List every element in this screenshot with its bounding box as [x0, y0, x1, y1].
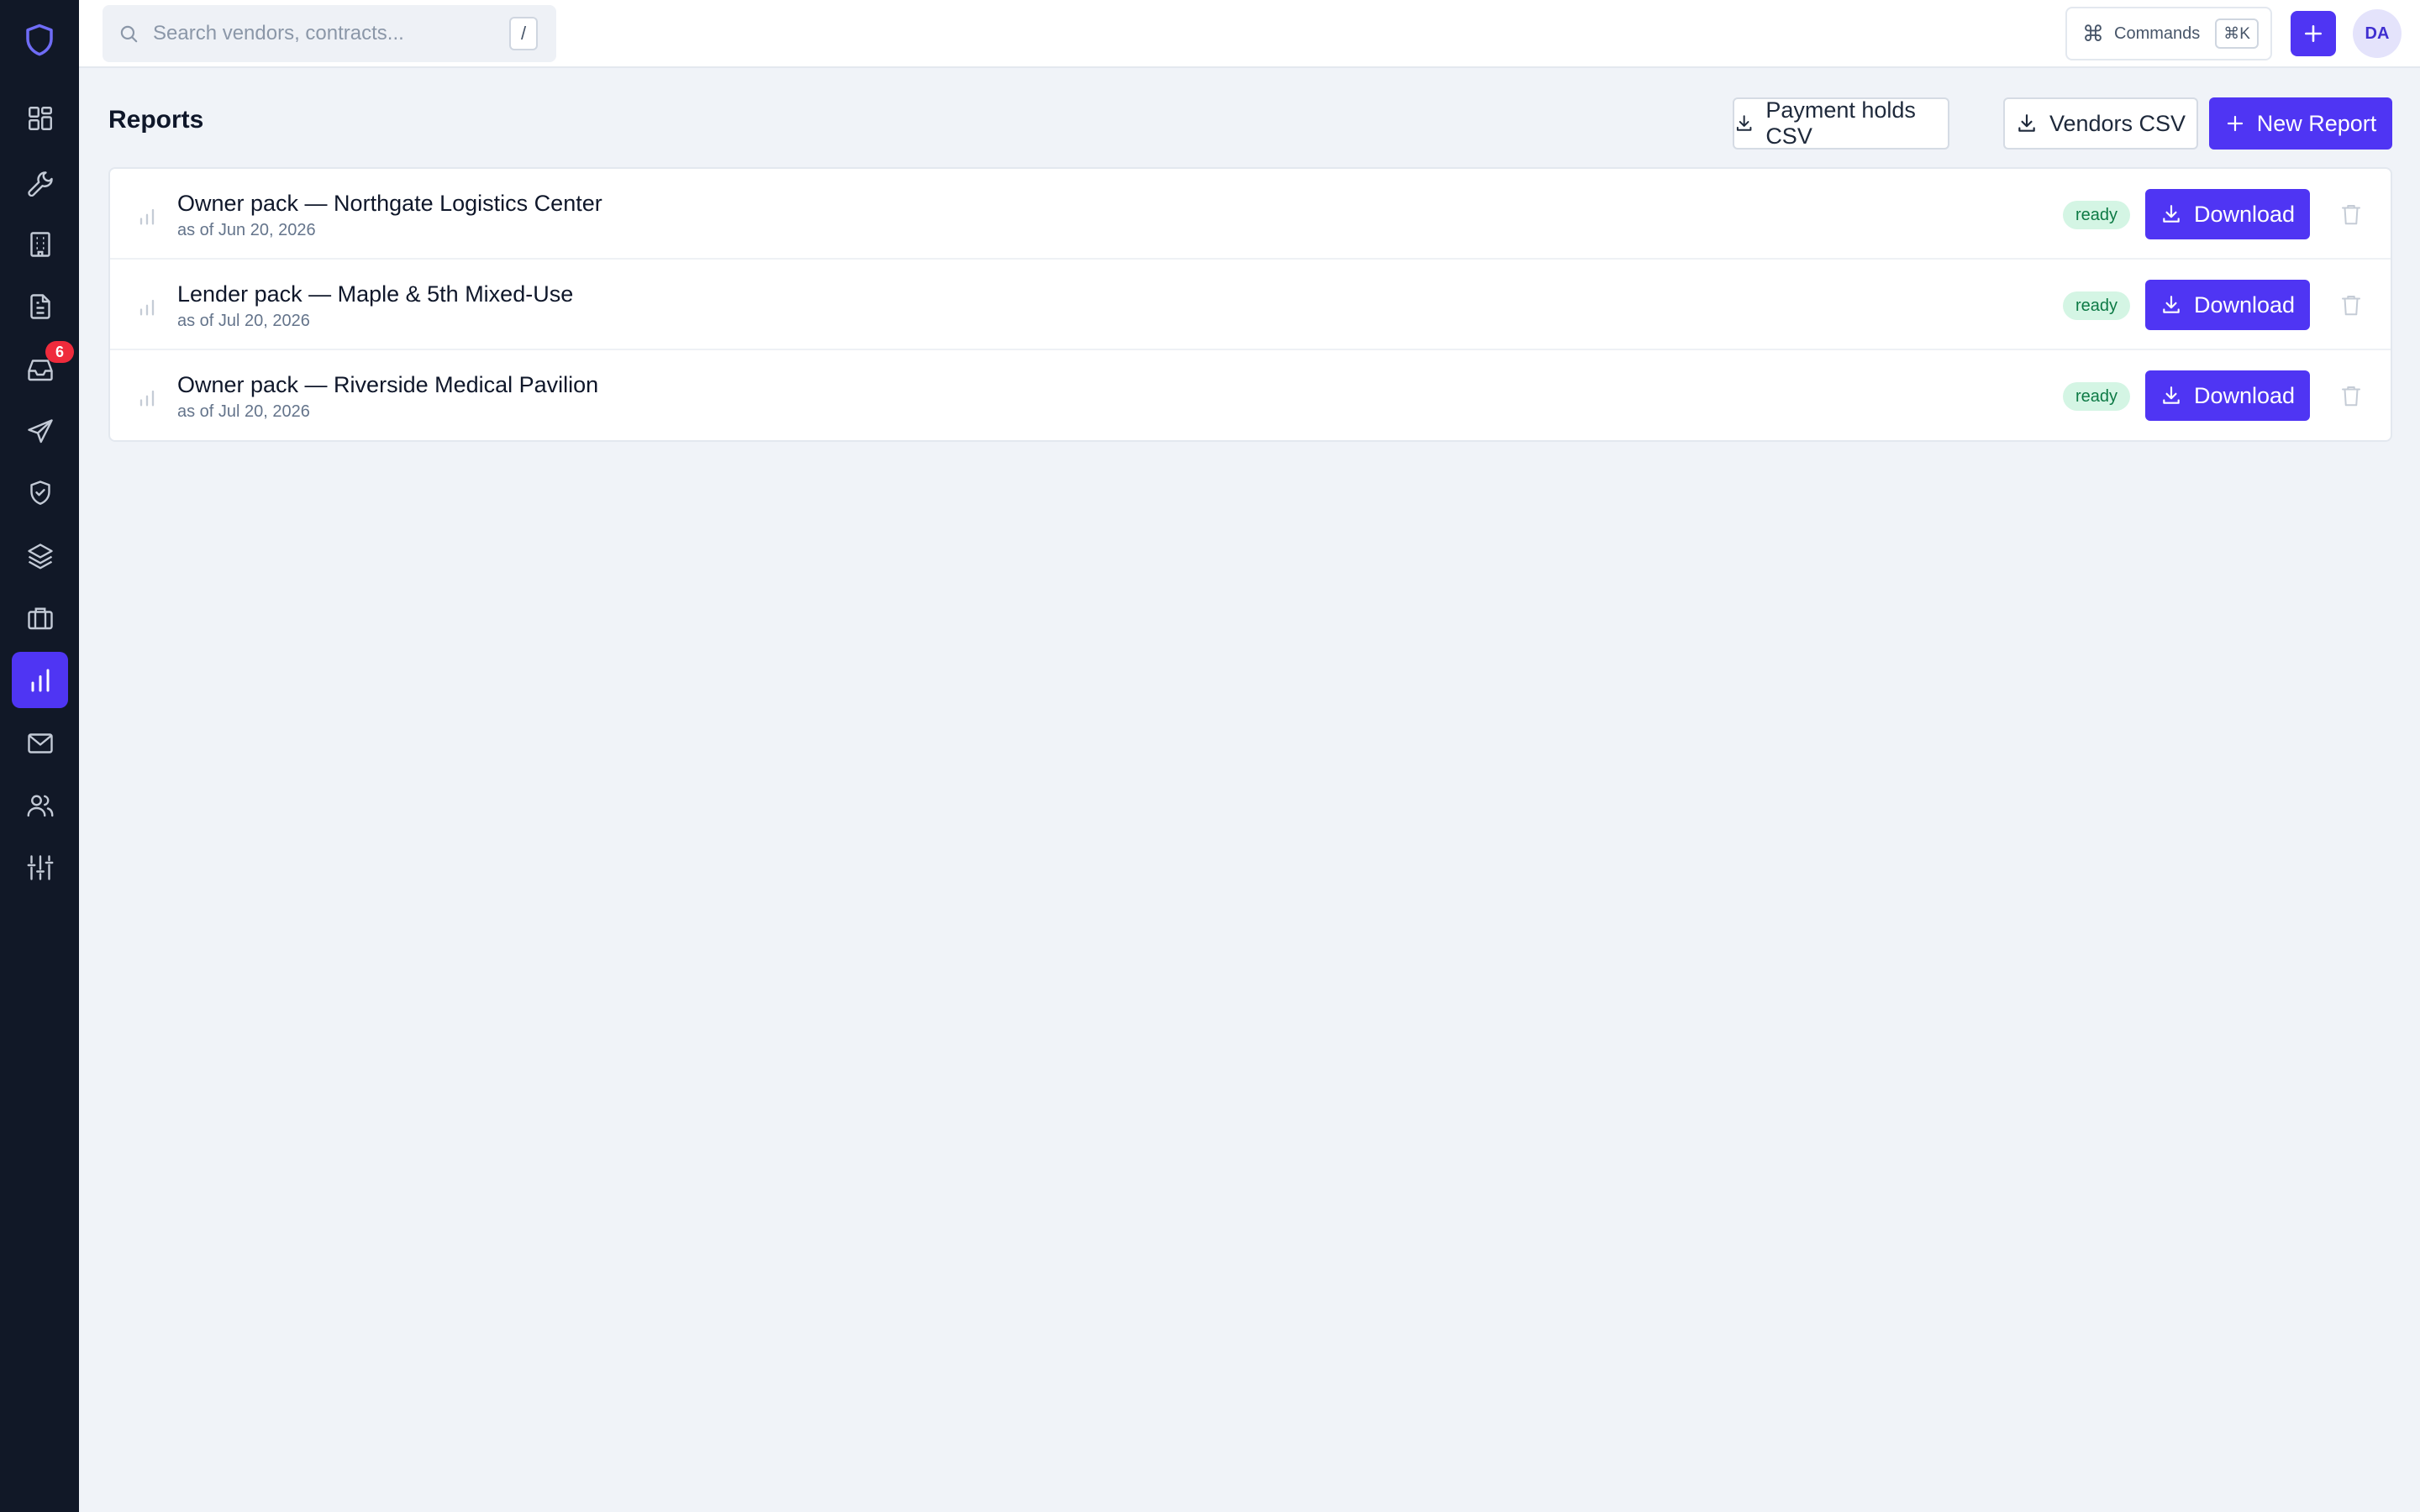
download-button[interactable]: Download [2145, 370, 2310, 421]
bar-chart-icon [139, 390, 155, 407]
report-as-of: as of Jul 20, 2026 [177, 312, 310, 330]
file-text-icon [29, 293, 50, 319]
shield-check-icon [29, 480, 50, 505]
users-icon [27, 795, 53, 816]
sidebar-item-tools[interactable] [12, 153, 68, 209]
sidebar-item-mail[interactable] [12, 715, 68, 771]
layers-icon [27, 543, 53, 569]
download-button[interactable]: Download [2145, 280, 2310, 330]
bar-chart-icon [31, 669, 49, 691]
status-badge: ready [2063, 291, 2130, 320]
sidebar-item-dashboard[interactable] [12, 90, 68, 146]
download-icon [2018, 114, 2035, 132]
top-bar: / ⌘ Commands ⌘K DA [79, 0, 2420, 68]
vendors-csv-button[interactable]: Vendors CSV [2003, 97, 2198, 150]
download-label: Download [2193, 201, 2296, 227]
report-as-of: as of Jun 20, 2026 [177, 221, 316, 239]
vendors-csv-label: Vendors CSV [2049, 110, 2186, 136]
trash-icon[interactable] [2338, 382, 2364, 409]
payment-holds-csv-label: Payment holds CSV [1765, 97, 1916, 149]
add-button[interactable] [2291, 11, 2336, 56]
plus-icon [2227, 115, 2243, 132]
commands-button[interactable]: ⌘ Commands ⌘K [2065, 7, 2272, 60]
report-title: Owner pack — Northgate Logistics Center [177, 191, 602, 216]
sidebar-item-inbox[interactable]: 6 [12, 341, 74, 397]
report-title: Owner pack — Riverside Medical Pavilion [177, 372, 599, 397]
report-row[interactable]: Owner pack — Riverside Medical Pavilion … [110, 350, 2391, 441]
download-button[interactable]: Download [2145, 189, 2310, 239]
briefcase-icon [27, 607, 53, 629]
download-icon [2163, 205, 2180, 223]
sidebar-item-settings[interactable] [12, 839, 68, 895]
shield-logo-icon[interactable] [19, 18, 60, 62]
page-title: Reports [108, 106, 204, 134]
sidebar-item-users[interactable] [12, 777, 68, 833]
sidebar-item-documents[interactable] [12, 278, 68, 334]
commands-label: Commands [2114, 24, 2201, 43]
download-label: Download [2193, 291, 2296, 318]
sidebar-item-compliance[interactable] [12, 465, 68, 521]
avatar[interactable]: DA [2353, 9, 2402, 58]
sidebar-item-briefcase[interactable] [12, 590, 68, 646]
command-icon: ⌘ [2082, 20, 2104, 46]
report-title: Lender pack — Maple & 5th Mixed-Use [177, 281, 574, 307]
download-icon [2163, 386, 2180, 404]
bar-chart-icon [139, 208, 155, 225]
bar-chart-icon [139, 299, 155, 316]
payment-holds-csv-button[interactable]: Payment holds CSV [1733, 97, 1949, 150]
search-input[interactable] [153, 22, 489, 45]
download-icon [1736, 115, 1752, 131]
search-icon [120, 25, 138, 43]
trash-icon[interactable] [2338, 291, 2364, 318]
report-row[interactable]: Lender pack — Maple & 5th Mixed-Use as o… [110, 260, 2391, 350]
download-label: Download [2193, 382, 2296, 408]
report-row[interactable]: Owner pack — Northgate Logistics Center … [110, 169, 2391, 260]
sidebar-item-buildings[interactable] [12, 216, 68, 272]
report-list: Owner pack — Northgate Logistics Center … [108, 167, 2392, 442]
sidebar-item-layers[interactable] [12, 528, 68, 584]
building-icon [29, 231, 50, 257]
status-badge: ready [2063, 201, 2130, 229]
plus-icon [2305, 25, 2322, 42]
search-shortcut-key: / [509, 17, 538, 50]
wrench-icon [27, 171, 53, 197]
send-icon [27, 418, 53, 443]
download-icon [2163, 296, 2180, 313]
new-report-button[interactable]: New Report [2209, 97, 2392, 150]
inbox-badge: 6 [45, 341, 74, 363]
sliders-icon [27, 854, 53, 880]
sidebar-item-reports[interactable] [12, 652, 68, 708]
new-report-label: New Report [2256, 110, 2377, 136]
sidebar-item-send[interactable] [12, 403, 68, 459]
search-box[interactable]: / [103, 5, 556, 62]
mail-icon [27, 732, 53, 753]
status-badge: ready [2063, 382, 2130, 411]
grid-icon [28, 106, 52, 130]
report-as-of: as of Jul 20, 2026 [177, 402, 310, 421]
commands-shortcut: ⌘K [2215, 18, 2259, 49]
sidebar: 6 [0, 0, 79, 1512]
trash-icon[interactable] [2338, 201, 2364, 228]
